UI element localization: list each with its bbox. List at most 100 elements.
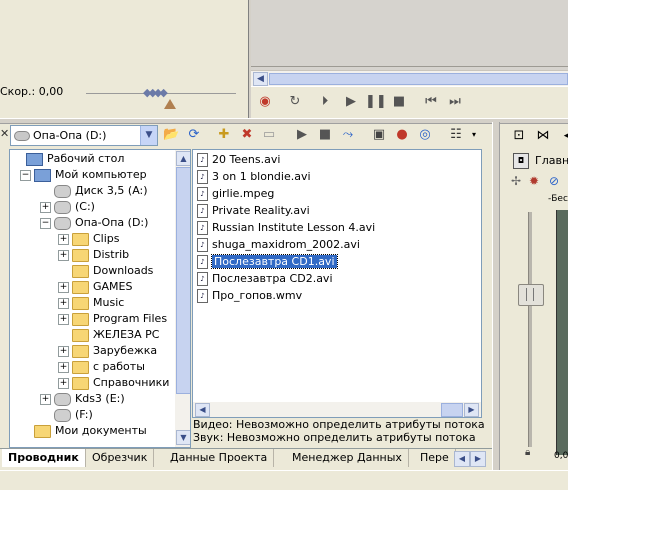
close-icon[interactable]: ✕ bbox=[0, 127, 9, 140]
tree-item[interactable]: Диск 3,5 (A:) bbox=[40, 183, 148, 199]
expand-icon[interactable]: + bbox=[40, 201, 51, 213]
tree-item-label: (F:) bbox=[75, 408, 93, 421]
expand-icon[interactable]: + bbox=[58, 345, 69, 357]
master-bus-header[interactable]: ◘ Главни bbox=[511, 151, 568, 171]
record-icon[interactable]: ◉ bbox=[255, 93, 275, 111]
file-name: 3 on 1 blondie.avi bbox=[212, 170, 311, 183]
speed-slider-thumb[interactable]: ◆◆◆◆ bbox=[143, 86, 168, 99]
tree-item[interactable]: + Program Files bbox=[58, 311, 167, 327]
new-folder-icon[interactable]: ✚ bbox=[216, 127, 232, 143]
tab-scroll-right-icon[interactable]: ▶ bbox=[470, 451, 486, 467]
move-icon[interactable]: ✢ bbox=[511, 174, 521, 188]
file-item[interactable]: ♪ girlie.mpeg bbox=[197, 186, 274, 202]
scroll-thumb[interactable] bbox=[269, 73, 568, 85]
loop-icon[interactable]: ↻ bbox=[285, 93, 305, 111]
properties-icon[interactable]: ◎ bbox=[417, 127, 433, 143]
file-item[interactable]: ♪ Послезавтра CD2.avi bbox=[197, 271, 333, 287]
expand-icon[interactable]: + bbox=[58, 377, 69, 389]
file-item[interactable]: ♪ Послезавтра CD1.avi bbox=[197, 254, 338, 270]
tree-item[interactable]: − Мой компьютер bbox=[20, 167, 147, 183]
window-tabs: Проводник Обрезчик Данные Проекта Менедж… bbox=[0, 448, 492, 469]
tree-item[interactable]: Рабочий стол bbox=[12, 151, 124, 167]
tab-explorer[interactable]: Проводник bbox=[2, 449, 86, 467]
expand-icon[interactable]: + bbox=[58, 249, 69, 261]
timeline-scrollbar[interactable]: ◀ bbox=[251, 70, 568, 87]
scroll-right-icon[interactable]: ▶ bbox=[464, 403, 479, 417]
expand-icon[interactable]: + bbox=[58, 313, 69, 325]
scroll-left-icon[interactable]: ◀ bbox=[253, 72, 268, 86]
file-item[interactable]: ♪ Russian Institute Lesson 4.avi bbox=[197, 220, 375, 236]
stop-icon[interactable]: ■ bbox=[389, 93, 409, 111]
play-icon[interactable]: ▶ bbox=[341, 93, 361, 111]
play-from-start-icon[interactable]: ⏵ bbox=[315, 93, 335, 111]
tree-item[interactable]: + Kds3 (E:) bbox=[40, 391, 125, 407]
tree-item[interactable]: + Справочники bbox=[58, 375, 169, 391]
scroll-up-icon[interactable]: ▲ bbox=[176, 151, 190, 166]
delete-icon[interactable]: ✖ bbox=[239, 127, 255, 143]
lock-icon[interactable]: 🔒︎ bbox=[525, 447, 530, 458]
file-list[interactable]: ◀ ▶ ♪ 20 Teens.avi ♪ 3 on 1 blondie.avi ♪ gir… bbox=[192, 149, 482, 418]
tree-item[interactable]: + (C:) bbox=[40, 199, 95, 215]
tree-item[interactable]: + Music bbox=[58, 295, 124, 311]
tree-item[interactable]: (F:) bbox=[40, 407, 93, 423]
tree-item[interactable]: − Опа-Опа (D:) bbox=[40, 215, 148, 231]
stop-icon[interactable]: ■ bbox=[317, 127, 333, 143]
timeline-area[interactable] bbox=[251, 0, 568, 70]
tree-item[interactable]: + Clips bbox=[58, 231, 120, 247]
tab-scroll-left-icon[interactable]: ◀ bbox=[454, 451, 470, 467]
master-volume-fader[interactable] bbox=[518, 284, 544, 306]
start-preview-icon[interactable]: ● bbox=[394, 127, 410, 143]
tab-transitions[interactable]: Пере bbox=[414, 449, 456, 467]
expand-icon[interactable]: + bbox=[40, 393, 51, 405]
tree-item[interactable]: + Зарубежка bbox=[58, 343, 157, 359]
fx-icon[interactable]: ✹ bbox=[529, 174, 539, 188]
speed-marker-icon[interactable] bbox=[164, 99, 176, 109]
tree-item[interactable]: + GAMES bbox=[58, 279, 132, 295]
tab-media-manager[interactable]: Менеджер Данных bbox=[286, 449, 409, 467]
file-item[interactable]: ♪ 3 on 1 blondie.avi bbox=[197, 169, 311, 185]
prev-marker-icon[interactable]: ⏮ bbox=[421, 93, 441, 111]
add-to-project-icon[interactable]: ▣ bbox=[371, 127, 387, 143]
up-folder-icon[interactable]: 📂 bbox=[163, 127, 179, 143]
scroll-thumb[interactable] bbox=[441, 403, 463, 417]
tree-item[interactable]: Мои документы bbox=[20, 423, 147, 439]
scroll-thumb[interactable] bbox=[176, 167, 190, 394]
tab-trimmer[interactable]: Обрезчик bbox=[86, 449, 155, 467]
next-marker-icon[interactable]: ⏭ bbox=[445, 93, 465, 111]
collapse-icon[interactable]: − bbox=[40, 217, 51, 229]
chevron-down-icon[interactable]: ▼ bbox=[140, 126, 157, 145]
views-icon[interactable]: ▭ bbox=[261, 127, 277, 143]
drive-select[interactable]: Опа-Опа (D:) ▼ bbox=[10, 125, 158, 146]
folder-tree[interactable]: Рабочий стол − Мой компьютер Диск 3,5 (A:) +… bbox=[9, 149, 191, 448]
expand-icon[interactable]: + bbox=[58, 233, 69, 245]
expand-icon[interactable]: + bbox=[58, 361, 69, 373]
file-item[interactable]: ♪ Про_гопов.wmv bbox=[197, 288, 302, 304]
refresh-icon[interactable]: ⟳ bbox=[186, 127, 202, 143]
view-menu-icon[interactable]: ☷ bbox=[448, 127, 464, 143]
mute-icon[interactable]: ⊘ bbox=[549, 174, 559, 188]
autopreview-icon[interactable]: ⤳ bbox=[340, 127, 356, 143]
dim-icon[interactable]: ◂ bbox=[559, 128, 568, 144]
tree-item[interactable]: ЖЕЛЕЗА PC bbox=[58, 327, 159, 343]
expand-icon[interactable]: + bbox=[58, 297, 69, 309]
tree-item[interactable]: + с работы bbox=[58, 359, 145, 375]
file-item[interactable]: ♪ shuga_maxidrom_2002.avi bbox=[197, 237, 360, 253]
scroll-left-icon[interactable]: ◀ bbox=[195, 403, 210, 417]
file-list-scrollbar[interactable]: ◀ ▶ bbox=[193, 402, 481, 417]
master-volume-track[interactable] bbox=[528, 212, 532, 447]
expand-icon[interactable]: + bbox=[58, 281, 69, 293]
collapse-icon[interactable]: − bbox=[20, 169, 31, 181]
scroll-down-icon[interactable]: ▼ bbox=[176, 430, 190, 445]
panel-splitter[interactable] bbox=[492, 122, 500, 470]
view-menu-dropdown-icon[interactable]: ▾ bbox=[466, 127, 482, 143]
tree-item[interactable]: Downloads bbox=[58, 263, 153, 279]
play-icon[interactable]: ▶ bbox=[294, 127, 310, 143]
tree-item[interactable]: + Distrib bbox=[58, 247, 129, 263]
tree-scrollbar[interactable]: ▲ ▼ bbox=[175, 150, 190, 447]
insert-bus-icon[interactable]: ⊡ bbox=[511, 128, 527, 144]
tab-project-media[interactable]: Данные Проекта bbox=[164, 449, 275, 467]
pause-icon[interactable]: ❚❚ bbox=[365, 93, 387, 111]
downmix-icon[interactable]: ⋈ bbox=[535, 128, 551, 144]
file-item[interactable]: ♪ 20 Teens.avi bbox=[197, 152, 280, 168]
file-item[interactable]: ♪ Private Reality.avi bbox=[197, 203, 310, 219]
